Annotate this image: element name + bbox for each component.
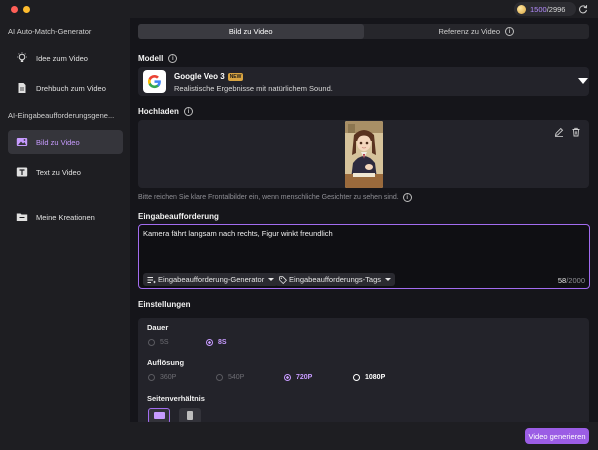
sidebar-section-auto-match: AI Auto-Match-Generator — [8, 27, 92, 36]
chevron-down-icon[interactable] — [578, 78, 588, 84]
google-logo-icon — [143, 70, 166, 93]
footer-bar: Video generieren — [130, 422, 598, 450]
mode-tabs: Bild zu Video Referenz zu Video i — [138, 24, 589, 39]
radio-icon — [148, 374, 155, 381]
radio-label: 5S — [160, 339, 169, 346]
sidebar-item-my-creations[interactable]: Meine Kreationen — [8, 205, 123, 229]
tab-label: Bild zu Video — [228, 27, 273, 36]
trash-icon[interactable] — [571, 127, 581, 137]
minimize-window-button[interactable] — [23, 6, 30, 13]
prompt-section-label: Eingabeaufforderung — [138, 212, 219, 221]
duration-label: Dauer — [147, 323, 169, 332]
info-icon[interactable]: i — [168, 54, 178, 63]
resolution-label: Auflösung — [147, 358, 185, 367]
document-icon — [16, 82, 28, 94]
prompt-generator-button[interactable]: Eingabeaufforderung-Generator — [143, 273, 279, 286]
generate-video-button[interactable]: Video generieren — [525, 428, 589, 444]
settings-section-label: Einstellungen — [138, 300, 191, 309]
info-icon[interactable]: i — [505, 27, 515, 36]
landscape-icon — [153, 412, 165, 419]
sparkle-list-icon — [147, 276, 156, 283]
refresh-icon[interactable] — [578, 4, 588, 14]
credits-badge[interactable]: 1500/2996 — [514, 2, 576, 16]
sidebar-item-idea-to-video[interactable]: Idee zum Video — [8, 46, 123, 70]
folder-icon — [16, 211, 28, 223]
radio-label: 8S — [218, 339, 227, 346]
info-icon[interactable]: i — [402, 193, 412, 202]
resolution-option-1080p[interactable]: 1080P — [353, 374, 385, 381]
prompt-tags-label: Eingabeaufforderungs-Tags — [289, 275, 382, 284]
radio-selected-icon — [206, 339, 213, 346]
sidebar-item-label: Idee zum Video — [36, 53, 88, 63]
info-icon[interactable]: i — [183, 107, 193, 116]
prompt-text[interactable]: Kamera fährt langsam nach rechts, Figur … — [143, 229, 333, 238]
sidebar-section-prompt-generator: AI-Eingabeaufforderungsgene... — [8, 111, 115, 120]
upload-area[interactable] — [138, 120, 589, 188]
sidebar-item-label: Meine Kreationen — [36, 212, 95, 222]
tag-icon — [279, 275, 287, 284]
sidebar-item-label: Bild zu Video — [36, 137, 80, 147]
prompt-textarea[interactable]: Kamera fährt langsam nach rechts, Figur … — [138, 224, 590, 289]
credits-total: /2996 — [546, 4, 566, 14]
edit-icon[interactable] — [554, 127, 564, 137]
coin-icon — [517, 4, 526, 14]
upload-section-header: Hochladen i — [138, 107, 193, 116]
tab-reference-to-video[interactable]: Referenz zu Video i — [364, 24, 590, 39]
sidebar-item-script-to-video[interactable]: Drehbuch zum Video — [8, 76, 123, 100]
titlebar: 1500/2996 — [0, 0, 598, 18]
radio-label: 540P — [228, 374, 245, 381]
upload-section-label: Hochladen — [138, 107, 179, 116]
text-icon — [16, 166, 28, 178]
uploaded-image-thumbnail — [345, 121, 383, 188]
sidebar-item-label: Text zu Video — [36, 167, 81, 177]
radio-icon — [216, 374, 223, 381]
character-count: 58 — [557, 276, 567, 285]
prompt-generator-label: Eingabeaufforderung-Generator — [158, 275, 265, 284]
new-badge: NEW — [227, 72, 244, 81]
credits-used: 1500 — [530, 4, 547, 14]
main-panel: Bild zu Video Referenz zu Video i Modell… — [130, 18, 598, 450]
model-section-label: Modell — [138, 54, 164, 63]
model-description: Realistische Ergebnisse mit natürlichem … — [174, 84, 333, 93]
close-window-button[interactable] — [11, 6, 18, 13]
sidebar-item-text-to-video[interactable]: Text zu Video — [8, 160, 123, 184]
tab-image-to-video[interactable]: Bild zu Video — [138, 24, 364, 39]
duration-option-5s[interactable]: 5S — [148, 339, 169, 346]
resolution-option-360p[interactable]: 360P — [148, 374, 176, 381]
resolution-option-540p[interactable]: 540P — [216, 374, 244, 381]
character-max: /2000 — [566, 276, 585, 285]
image-icon — [16, 136, 28, 148]
radio-icon — [353, 374, 360, 381]
radio-selected-icon — [284, 374, 291, 381]
radio-label: 360P — [160, 374, 177, 381]
portrait-icon — [187, 411, 193, 420]
radio-label: 720P — [296, 374, 313, 381]
upload-hint-text: Bitte reichen Sie klare Frontalbilder ei… — [138, 194, 399, 201]
upload-hint: Bitte reichen Sie klare Frontalbilder ei… — [138, 193, 412, 202]
model-name: Google Veo 3 — [174, 72, 225, 81]
model-section-header: Modell i — [138, 54, 178, 63]
character-counter: 58/2000 — [558, 276, 585, 285]
duration-option-8s[interactable]: 8S — [206, 339, 227, 346]
tab-label: Referenz zu Video — [438, 27, 501, 36]
chevron-down-icon — [268, 278, 275, 281]
resolution-option-720p[interactable]: 720P — [284, 374, 312, 381]
radio-label: 1080P — [365, 374, 386, 381]
aspect-ratio-label: Seitenverhältnis — [147, 394, 205, 403]
radio-icon — [148, 339, 155, 346]
sidebar: AI Auto-Match-Generator Idee zum Video D… — [0, 18, 130, 450]
sidebar-item-image-to-video[interactable]: Bild zu Video — [8, 130, 123, 154]
lightbulb-icon — [16, 52, 28, 64]
prompt-tags-button[interactable]: Eingabeaufforderungs-Tags — [275, 273, 396, 286]
chevron-down-icon — [385, 278, 392, 281]
model-selector[interactable]: Google Veo 3 NEW Realistische Ergebnisse… — [138, 67, 589, 96]
sidebar-item-label: Drehbuch zum Video — [36, 83, 106, 93]
